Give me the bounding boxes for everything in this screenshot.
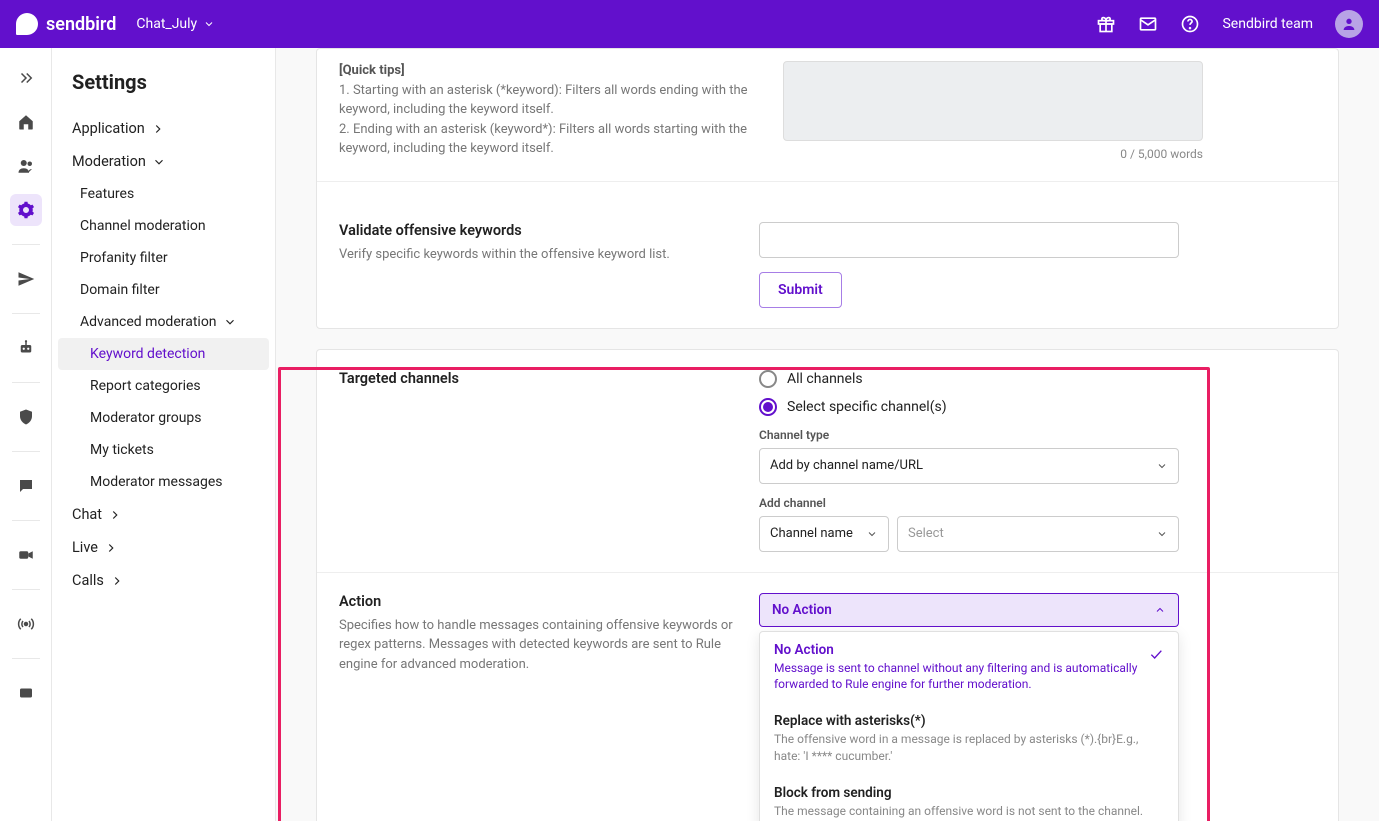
action-option-replace-asterisks[interactable]: Replace with asterisks(*) The offensive … (760, 703, 1178, 775)
topbar-right: Sendbird team (1096, 10, 1363, 38)
sidebar-item-keyword-detection[interactable]: Keyword detection (58, 338, 269, 370)
action-option-no-action[interactable]: No Action Message is sent to channel wit… (760, 632, 1178, 704)
radio-specific-channels[interactable]: Select specific channel(s) (759, 398, 1179, 416)
action-desc: Specifies how to handle messages contain… (339, 616, 759, 675)
settings-card: [Quick tips] 1. Starting with an asteris… (316, 48, 1339, 329)
targeted-title: Targeted channels (339, 370, 759, 387)
chevron-right-icon (110, 574, 124, 588)
sidebar-item-advanced-moderation[interactable]: Advanced moderation (52, 306, 275, 338)
action-select-trigger[interactable]: No Action (759, 593, 1179, 627)
sidebar-item-moderation[interactable]: Moderation (52, 145, 275, 178)
rail-app-icon[interactable] (10, 677, 42, 709)
brand-logo[interactable]: sendbird (16, 13, 116, 35)
logo-mark-icon (16, 13, 38, 35)
sidebar-item-features[interactable]: Features (52, 178, 275, 210)
chevron-right-icon (108, 508, 122, 522)
mail-icon[interactable] (1138, 14, 1158, 34)
validate-input[interactable] (759, 222, 1179, 258)
action-section: Action Specifies how to handle messages … (317, 572, 1338, 821)
settings-sidebar: Settings Application Moderation Features… (52, 48, 276, 821)
action-title: Action (339, 593, 759, 610)
check-icon (1148, 646, 1164, 662)
chevron-down-icon (866, 528, 878, 540)
rail-send-icon[interactable] (10, 263, 42, 295)
action-dropdown-menu: No Action Message is sent to channel wit… (759, 631, 1179, 821)
content-area: [Quick tips] 1. Starting with an asteris… (276, 48, 1379, 821)
rail-broadcast-icon[interactable] (10, 608, 42, 640)
channel-type-select[interactable]: Add by channel name/URL (759, 448, 1179, 484)
targeted-channels-section: Targeted channels All channels Select sp… (317, 350, 1338, 572)
word-count: 0 / 5,000 words (1120, 147, 1203, 161)
brand-name: sendbird (46, 14, 116, 35)
action-dropdown: No Action No Action Message is sent to c… (759, 593, 1179, 627)
chevron-down-icon (223, 315, 237, 329)
sidebar-item-calls[interactable]: Calls (52, 564, 275, 597)
radio-icon (759, 370, 777, 388)
rail-video-icon[interactable] (10, 539, 42, 571)
gift-icon[interactable] (1096, 14, 1116, 34)
sidebar-item-live[interactable]: Live (52, 531, 275, 564)
submit-button[interactable]: Submit (759, 272, 842, 308)
rail-home-icon[interactable] (10, 106, 42, 138)
channel-name-select[interactable]: Channel name (759, 516, 889, 552)
channel-select[interactable]: Select (897, 516, 1179, 552)
rail-chat-icon[interactable] (10, 470, 42, 502)
team-name: Sendbird team (1222, 16, 1313, 32)
action-option-block-sending[interactable]: Block from sending The message containin… (760, 775, 1178, 821)
nav-rail (0, 48, 52, 821)
validate-section: Validate offensive keywords Verify speci… (317, 181, 1338, 328)
quick-tips-line2: 2. Ending with an asterisk (keyword*): F… (339, 122, 747, 157)
rail-bot-icon[interactable] (10, 332, 42, 364)
radio-icon (759, 398, 777, 416)
sidebar-item-channel-moderation[interactable]: Channel moderation (52, 210, 275, 242)
app-selector[interactable]: Chat_July (136, 16, 215, 32)
validate-title: Validate offensive keywords (339, 222, 759, 239)
sidebar-item-chat[interactable]: Chat (52, 498, 275, 531)
chevron-down-icon (1156, 460, 1168, 472)
sidebar-item-report-categories[interactable]: Report categories (52, 370, 275, 402)
sidebar-item-domain-filter[interactable]: Domain filter (52, 274, 275, 306)
top-bar: sendbird Chat_July Sendbird team (0, 0, 1379, 48)
radio-specific-label: Select specific channel(s) (787, 399, 947, 415)
sidebar-item-profanity-filter[interactable]: Profanity filter (52, 242, 275, 274)
quick-tips-line1: 1. Starting with an asterisk (*keyword):… (339, 83, 748, 118)
targeted-action-card: Targeted channels All channels Select sp… (316, 349, 1339, 821)
rail-expand-icon[interactable] (10, 62, 42, 94)
rail-settings-icon[interactable] (10, 194, 42, 226)
chevron-right-icon (151, 122, 165, 136)
user-avatar[interactable] (1335, 10, 1363, 38)
help-icon[interactable] (1180, 14, 1200, 34)
chevron-right-icon (104, 541, 118, 555)
rail-shield-icon[interactable] (10, 401, 42, 433)
chevron-up-icon (1154, 604, 1166, 616)
quick-tips-heading: [Quick tips] (339, 63, 405, 78)
validate-desc: Verify specific keywords within the offe… (339, 245, 759, 265)
chevron-down-icon (203, 18, 215, 30)
keywords-textarea[interactable] (783, 61, 1203, 141)
sidebar-item-application[interactable]: Application (52, 112, 275, 145)
sidebar-title: Settings (52, 70, 275, 94)
quick-tips-section: [Quick tips] 1. Starting with an asteris… (317, 49, 1338, 181)
radio-all-channels[interactable]: All channels (759, 370, 1179, 388)
channel-type-label: Channel type (759, 428, 1179, 442)
sidebar-item-my-tickets[interactable]: My tickets (52, 434, 275, 466)
chevron-down-icon (152, 155, 166, 169)
add-channel-label: Add channel (759, 496, 1179, 510)
radio-all-label: All channels (787, 371, 863, 387)
rail-users-icon[interactable] (10, 150, 42, 182)
app-selector-label: Chat_July (136, 16, 197, 32)
sidebar-item-moderator-messages[interactable]: Moderator messages (52, 466, 275, 498)
chevron-down-icon (1156, 528, 1168, 540)
sidebar-item-moderator-groups[interactable]: Moderator groups (52, 402, 275, 434)
